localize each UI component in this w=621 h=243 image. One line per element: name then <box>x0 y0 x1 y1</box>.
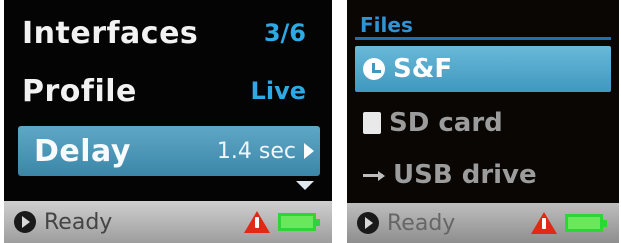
menu-item-profile[interactable]: Profile Live <box>22 64 322 118</box>
file-item-sf[interactable]: S&F <box>355 46 611 92</box>
battery-icon <box>278 213 320 231</box>
page-title: Files <box>360 13 413 37</box>
title-divider <box>355 37 611 40</box>
menu-item-label: Profile <box>22 73 137 109</box>
sd-card-icon <box>363 112 381 134</box>
menu-item-delay[interactable]: Delay 1.4 sec <box>18 126 320 176</box>
file-item-sd-card[interactable]: SD card <box>355 100 611 146</box>
file-item-label: S&F <box>393 54 453 84</box>
menu-item-value: Live <box>250 77 306 105</box>
scroll-down-icon[interactable] <box>296 181 314 190</box>
usb-icon <box>363 169 385 181</box>
menu-item-value: 1.4 sec <box>217 139 314 164</box>
menu-item-interfaces[interactable]: Interfaces 3/6 <box>22 6 322 60</box>
status-text: Ready <box>44 209 113 235</box>
battery-icon <box>565 214 607 232</box>
file-item-label: USB drive <box>393 160 537 190</box>
chevron-right-icon[interactable] <box>304 143 314 159</box>
device-screen-main-menu: Interfaces 3/6 Profile Live Delay 1.4 se… <box>4 0 332 243</box>
file-item-label: SD card <box>389 108 503 138</box>
status-text: Ready <box>387 210 456 236</box>
menu-item-label: Interfaces <box>22 15 199 51</box>
clock-icon <box>363 58 385 80</box>
delay-value-text: 1.4 sec <box>216 138 296 164</box>
status-bar: Ready <box>4 201 332 243</box>
play-icon <box>357 212 379 234</box>
status-bar: Ready <box>347 203 619 243</box>
menu-item-label: Delay <box>34 133 131 169</box>
file-item-usb-drive[interactable]: USB drive <box>355 152 611 198</box>
menu-item-value: 3/6 <box>263 19 306 47</box>
warning-icon <box>531 212 557 234</box>
warning-icon <box>244 211 270 233</box>
play-icon <box>14 211 36 233</box>
device-screen-files: Files S&F SD card USB drive Ready <box>347 0 619 243</box>
